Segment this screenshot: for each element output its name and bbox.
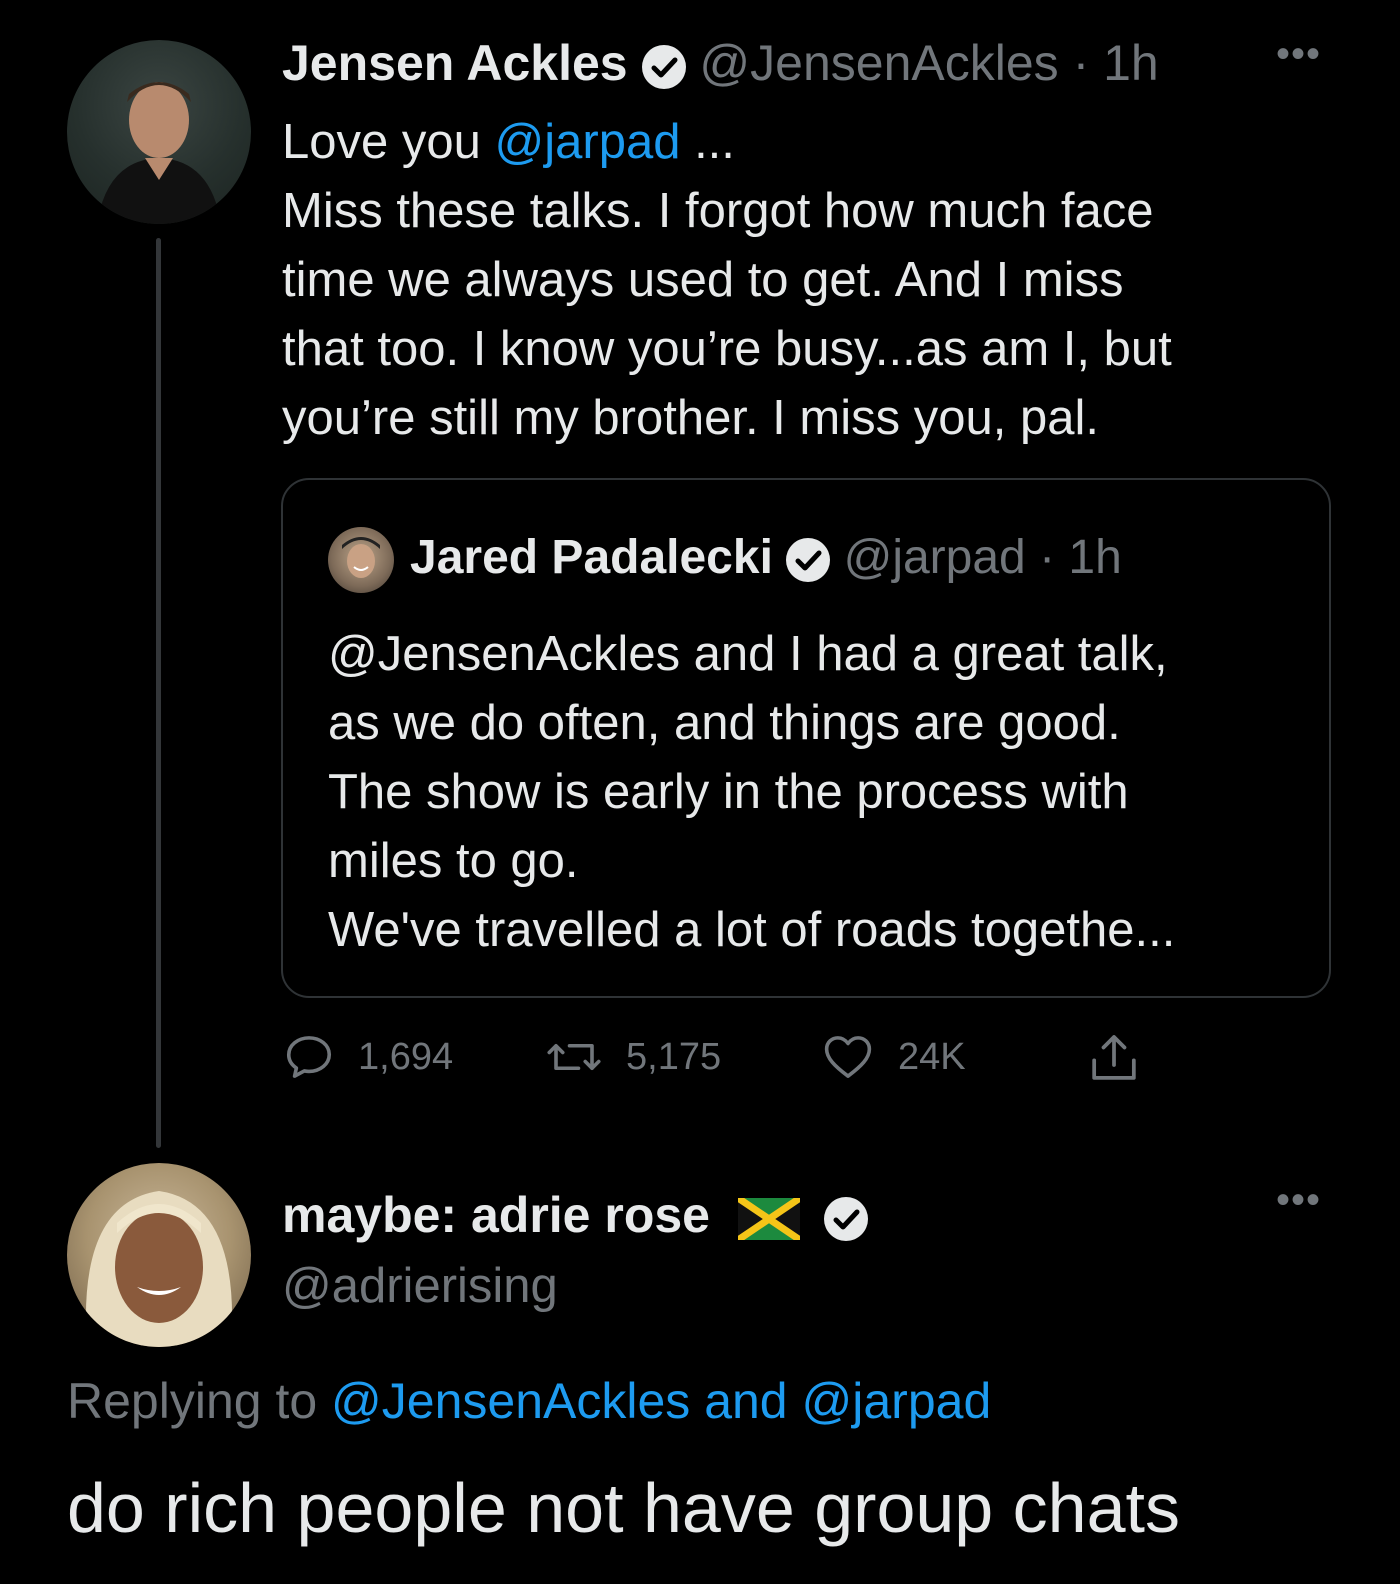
quoted-line: miles to go. (328, 834, 579, 888)
verified-badge-icon (641, 44, 686, 89)
reply-count: 1,694 (358, 1035, 454, 1078)
verified-badge-icon (823, 1196, 868, 1241)
reply-header: maybe: adrie rose (282, 1186, 868, 1244)
tweet-header: Jensen Ackles @JensenAckles · 1h (282, 34, 1159, 92)
reply-author-name[interactable]: maybe: adrie rose (282, 1187, 710, 1243)
quoted-line: The show is early in the process with (328, 765, 1129, 819)
retweet-count: 5,175 (626, 1035, 722, 1078)
author-name[interactable]: Jensen Ackles (282, 35, 628, 91)
replying-prefix: Replying to (67, 1373, 332, 1429)
quoted-tweet-header: Jared Padalecki @jarpad · 1h (410, 530, 1122, 585)
thread-line (156, 238, 161, 1148)
tweet-line: Love you @jarpad ... (282, 108, 1342, 177)
tweet-actions: 1,694 5,175 24K (282, 1030, 1182, 1090)
quoted-tweet-time: · 1h (1039, 531, 1122, 584)
avatar-jared (328, 527, 394, 593)
avatar-jensen[interactable] (67, 40, 251, 224)
mention-link[interactable]: @jarpad (495, 115, 681, 169)
share-icon (1092, 1035, 1136, 1080)
quoted-author-handle: @jarpad (843, 531, 1026, 584)
avatar-adrie[interactable] (67, 1163, 251, 1347)
quoted-line: @JensenAckles and I had a great talk, (328, 627, 1168, 681)
author-handle[interactable]: @JensenAckles (699, 35, 1058, 91)
tweet-text-suffix: ... (680, 115, 735, 169)
heart-icon (824, 1036, 872, 1078)
like-count: 24K (898, 1035, 966, 1078)
like-button[interactable]: 24K (820, 1030, 966, 1084)
tweet-text-prefix: Love you (282, 115, 495, 169)
tweet-time[interactable]: · 1h (1073, 35, 1159, 91)
reply-author-handle[interactable]: @adrierising (282, 1258, 558, 1314)
retweet-icon (547, 1043, 601, 1071)
reply-button[interactable]: 1,694 (282, 1030, 453, 1084)
tweet-line: time we always used to get. And I miss (282, 253, 1124, 307)
replying-to: Replying to @JensenAckles and @jarpad (67, 1372, 991, 1430)
tweet-line: Miss these talks. I forgot how much face (282, 184, 1154, 238)
tweet-line: that too. I know you’re busy...as am I, … (282, 322, 1172, 376)
more-options-icon[interactable]: ••• (1276, 1178, 1321, 1223)
reply-icon (286, 1036, 332, 1078)
share-button[interactable] (1086, 1030, 1164, 1086)
reply-text: do rich people not have group chats (67, 1469, 1180, 1547)
replying-to-links[interactable]: @JensenAckles and @jarpad (331, 1373, 991, 1429)
quoted-author-name: Jared Padalecki (410, 531, 773, 584)
verified-badge-icon (786, 538, 831, 583)
tweet-text: Love you @jarpad ... Miss these talks. I… (282, 108, 1342, 453)
tweet-line: you’re still my brother. I miss you, pal… (282, 391, 1099, 445)
quoted-line: We've travelled a lot of roads togethe..… (328, 903, 1176, 957)
retweet-button[interactable]: 5,175 (544, 1030, 721, 1084)
quoted-line: as we do often, and things are good. (328, 696, 1121, 750)
jamaica-flag-icon (737, 1197, 800, 1240)
quoted-tweet-text: @JensenAckles and I had a great talk, as… (328, 620, 1318, 965)
more-options-icon[interactable]: ••• (1276, 32, 1321, 77)
